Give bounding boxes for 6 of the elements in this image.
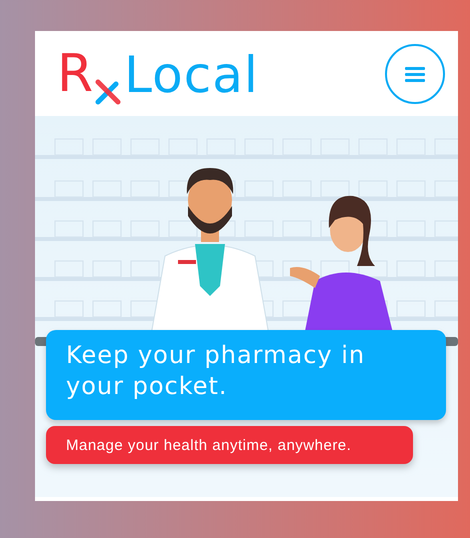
rx-cross-icon (94, 78, 122, 106)
logo-text: Local (124, 50, 259, 100)
headline: Keep your pharmacy in your pocket. (46, 330, 446, 420)
menu-icon (405, 66, 425, 82)
logo-letter: R (57, 48, 94, 100)
tagline: Manage your health anytime, anywhere. (46, 426, 413, 464)
